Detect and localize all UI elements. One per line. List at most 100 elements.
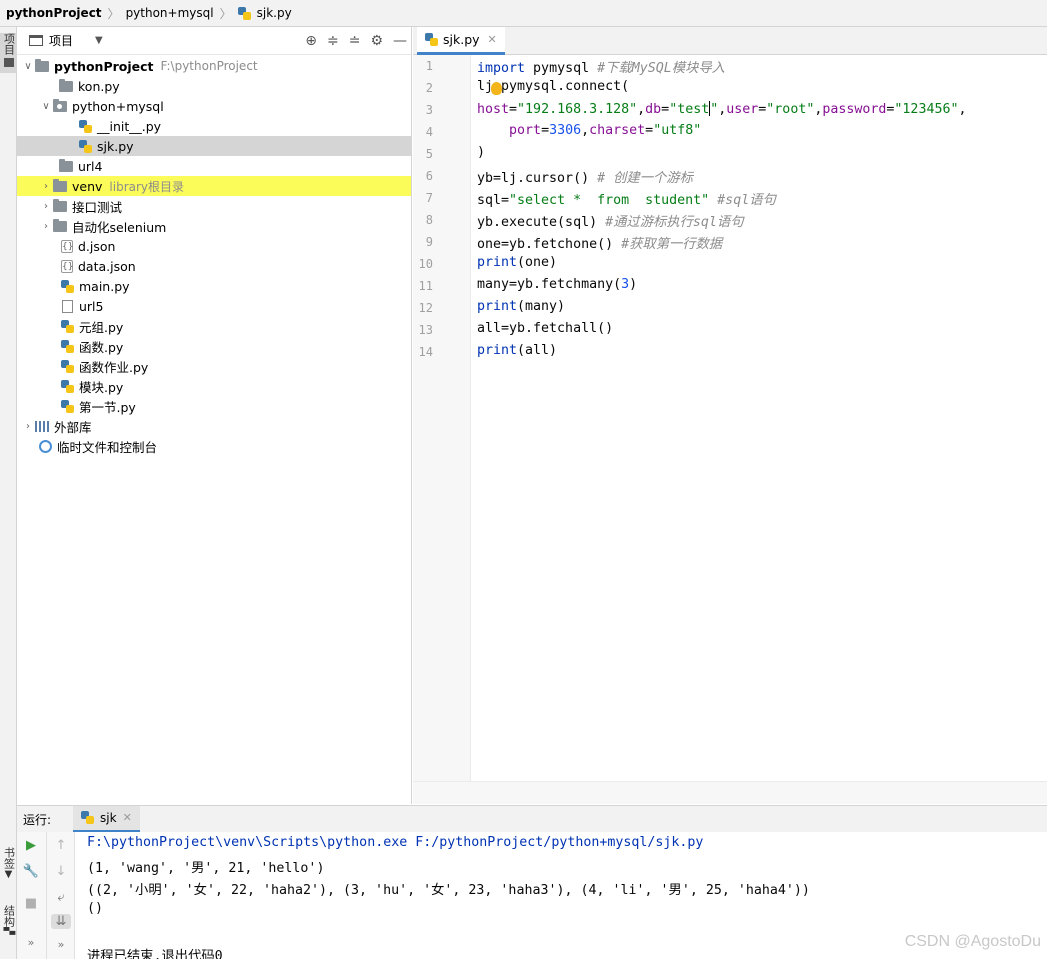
chevron-right-icon[interactable]: ›: [39, 181, 53, 192]
bookmarks-tool-tab-label: 书签: [2, 847, 16, 869]
arrow-down-icon[interactable]: ↓: [47, 864, 75, 879]
locate-icon[interactable]: ⊕: [305, 33, 317, 49]
tree-item-d-json[interactable]: {} d.json: [17, 236, 411, 256]
tree-item-python-mysql[interactable]: ∨ python+mysql: [17, 96, 411, 116]
soft-wrap-icon[interactable]: ⤶: [47, 890, 75, 905]
arrow-up-icon[interactable]: ↑: [47, 838, 75, 853]
line-number: 10: [418, 257, 433, 271]
json-file-icon: {}: [61, 239, 74, 253]
tree-item-label: python+mysql: [72, 98, 164, 114]
close-icon[interactable]: ✕: [488, 33, 497, 46]
project-panel-title[interactable]: 项目: [49, 32, 73, 49]
comment: # 创建一个游标: [597, 171, 693, 186]
param-name: db: [645, 102, 662, 117]
tree-item-module[interactable]: 模块.py: [17, 376, 411, 396]
chevron-right-icon: 〉: [219, 6, 232, 21]
tree-item-label: 函数.py: [79, 339, 124, 355]
param-name: charset: [589, 123, 646, 138]
run-tab-sjk[interactable]: sjk ✕: [73, 805, 140, 833]
breadcrumb-project[interactable]: pythonProject: [6, 6, 102, 20]
hide-icon[interactable]: —: [393, 33, 407, 49]
tree-item-sjk[interactable]: sjk.py: [17, 136, 411, 156]
python-file-icon: [61, 359, 74, 373]
chevron-right-icon[interactable]: ›: [39, 201, 53, 212]
more-icon[interactable]: »: [17, 936, 45, 949]
line-number: 4: [425, 125, 433, 139]
expand-all-icon[interactable]: ≑: [327, 33, 339, 49]
gear-icon[interactable]: ⚙: [370, 33, 383, 49]
code-text: yb=lj.cursor(): [477, 171, 598, 186]
string-literal: "utf8": [653, 123, 702, 138]
tree-item-url5[interactable]: url5: [17, 296, 411, 316]
rerun-icon[interactable]: ▶: [17, 838, 45, 853]
tree-item-tuple[interactable]: 元组.py: [17, 316, 411, 336]
builtin-function: print: [477, 255, 518, 270]
code-text: sql=: [477, 193, 510, 208]
tree-item-api-test[interactable]: › 接口测试: [17, 196, 411, 216]
number-literal: 3: [621, 277, 630, 292]
editor-tab-bar: sjk.py ✕: [413, 27, 1047, 55]
editor-tab-sjk[interactable]: sjk.py ✕: [417, 27, 505, 55]
run-toolbar-secondary: ↑ ↓ ⤶ ⇊ »: [47, 832, 75, 959]
library-icon: [35, 420, 49, 432]
stop-icon[interactable]: ■: [17, 896, 45, 911]
tree-item-data-json[interactable]: {} data.json: [17, 256, 411, 276]
python-file-icon: [81, 811, 95, 824]
tree-item-label: 第一节.py: [79, 399, 136, 415]
tree-item-main[interactable]: main.py: [17, 276, 411, 296]
tree-item-init[interactable]: __init__.py: [17, 116, 411, 136]
editor-horizontal-scroll-area[interactable]: [413, 781, 1047, 804]
comment: #下载MySQL模块导入: [597, 61, 725, 76]
tree-item-selenium[interactable]: › 自动化selenium: [17, 216, 411, 236]
code-line: host="192.168.3.128",db="test",user="roo…: [477, 101, 967, 117]
chevron-right-icon[interactable]: ›: [21, 421, 35, 432]
code-line: print(all): [477, 343, 557, 358]
tree-item-external-libraries[interactable]: › 外部库: [17, 416, 411, 436]
tree-item-function-homework[interactable]: 函数作业.py: [17, 356, 411, 376]
window-icon: [29, 35, 43, 46]
console-output-line: (1, 'wang', '男', 21, 'hello'): [87, 861, 325, 876]
chevron-right-icon[interactable]: ›: [39, 221, 53, 232]
run-panel-label: 运行:: [23, 812, 52, 827]
more-icon[interactable]: »: [47, 938, 75, 951]
line-number: 12: [418, 301, 433, 315]
tree-item-label: sjk.py: [97, 138, 134, 154]
project-tool-tab[interactable]: 项目: [0, 33, 17, 73]
chevron-down-icon[interactable]: ▼: [95, 35, 103, 46]
chevron-down-icon[interactable]: ∨: [39, 101, 53, 112]
tree-item-kon[interactable]: kon.py: [17, 76, 411, 96]
builtin-function: print: [477, 343, 518, 358]
scroll-to-end-icon[interactable]: ⇊: [51, 914, 71, 929]
run-console[interactable]: F:\pythonProject\venv\Scripts\python.exe…: [75, 832, 1047, 959]
comment: #sql语句: [709, 193, 776, 208]
python-file-icon: [61, 319, 74, 333]
tree-item-function[interactable]: 函数.py: [17, 336, 411, 356]
param-name: host: [477, 102, 510, 117]
wrench-icon[interactable]: 🔧: [17, 864, 45, 879]
line-number: 2: [425, 81, 433, 95]
code-text: ): [629, 277, 638, 292]
structure-tool-tab-label: 结构: [2, 905, 16, 927]
package-folder-icon: [53, 98, 67, 112]
code-text: (one): [517, 255, 558, 270]
bookmarks-tool-tab[interactable]: 书签 ▼: [0, 847, 17, 891]
folder-icon: [53, 198, 67, 212]
tree-item-label: data.json: [78, 258, 136, 274]
tree-item-hint: library根目录: [109, 179, 185, 194]
close-icon[interactable]: ✕: [123, 811, 132, 824]
tree-item-venv[interactable]: › venv library根目录: [17, 176, 411, 196]
breadcrumb-folder[interactable]: python+mysql: [126, 6, 214, 20]
line-number: 11: [418, 279, 433, 293]
breadcrumb-file[interactable]: sjk.py: [257, 6, 292, 20]
tree-item-url4[interactable]: url4: [17, 156, 411, 176]
lightbulb-icon[interactable]: [491, 82, 502, 95]
tree-item-scratches[interactable]: 临时文件和控制台: [17, 436, 411, 456]
tree-item-lesson-one[interactable]: 第一节.py: [17, 396, 411, 416]
python-file-icon: [425, 33, 438, 46]
collapse-all-icon[interactable]: ≐: [349, 33, 361, 49]
project-tool-tab-label: 项目: [2, 33, 16, 55]
tree-item-pythonproject[interactable]: ∨ pythonProject F:\pythonProject: [17, 56, 411, 76]
code-editor[interactable]: import pymysql #下载MySQL模块导入 l j=pymysql.c…: [471, 55, 1047, 781]
chevron-down-icon[interactable]: ∨: [21, 61, 35, 72]
structure-tool-tab[interactable]: 结构 ▞: [0, 905, 17, 949]
